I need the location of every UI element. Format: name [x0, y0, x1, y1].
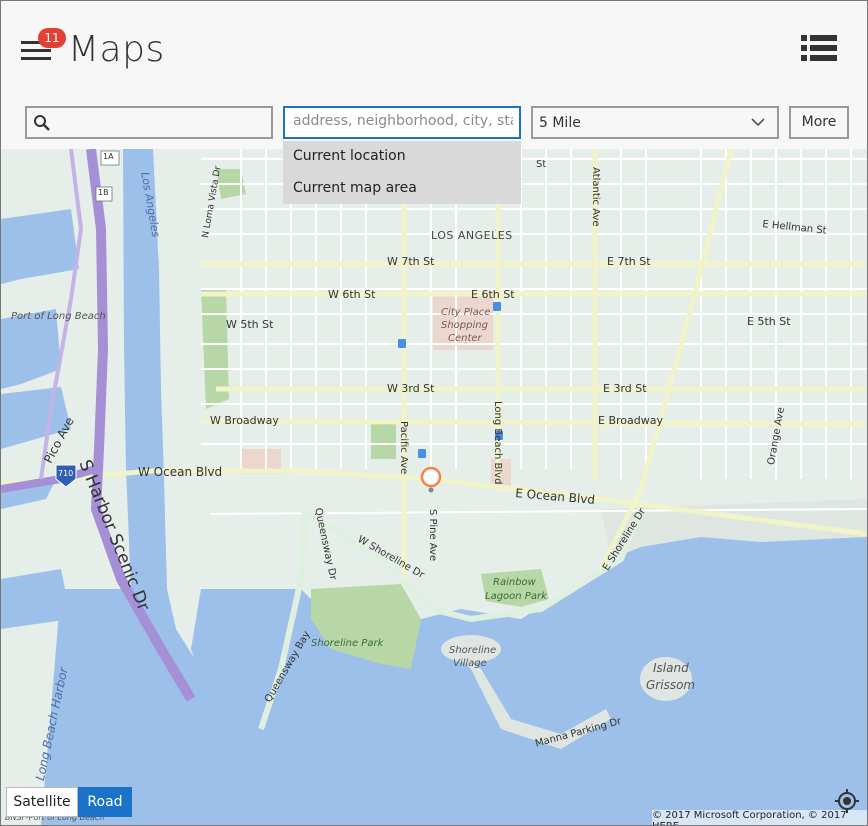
map-label-rainbow-2: Lagoon Park [485, 591, 547, 602]
map-label-spine: S Pine Ave [427, 509, 438, 562]
route-710-label: 710 [58, 469, 74, 478]
search-input[interactable] [25, 106, 273, 139]
map-label-island-2: Grissom [646, 678, 696, 692]
satellite-view-button[interactable]: Satellite [6, 787, 78, 817]
map-label-cityplace-2: Shopping [441, 320, 488, 331]
map-label-longbeach: Long Beach Blvd [492, 401, 503, 485]
location-field[interactable] [283, 106, 521, 139]
suggestion-current-location[interactable]: Current location [283, 141, 521, 172]
location-input[interactable] [293, 113, 513, 129]
map-label-atlantic: Atlantic Ave [590, 167, 601, 227]
map-label-shoreline-village-2: Village [453, 658, 487, 669]
locate-me-icon[interactable] [834, 788, 860, 814]
suggestion-current-map-area[interactable]: Current map area [283, 173, 521, 204]
map-label-w6: W 6th St [328, 288, 376, 301]
list-view-icon[interactable] [801, 33, 837, 63]
more-button[interactable]: More [789, 106, 849, 139]
map-label-shoreline-park: Shoreline Park [311, 638, 384, 649]
road-view-button[interactable]: Road [78, 787, 132, 817]
distance-value: 5 Mile [539, 115, 581, 131]
map-graphics [1, 149, 867, 825]
map-canvas[interactable]: LOS ANGELES W 7th St E 7th St W 6th St E… [1, 149, 867, 825]
search-icon [34, 115, 50, 131]
map-label-wbroadway: W Broadway [210, 414, 279, 427]
map-label-wocean: W Ocean Blvd [138, 465, 223, 479]
map-label-e7: E 7th St [607, 255, 651, 268]
map-label-st: St [536, 159, 547, 170]
map-label-rainbow-1: Rainbow [493, 577, 536, 588]
maps-app-window: 11 Maps 5 Mile More Current [0, 0, 868, 826]
map-label-e6: E 6th St [471, 288, 515, 301]
route-1b-label: 1B [98, 188, 109, 197]
map-label-w7: W 7th St [387, 255, 435, 268]
route-1a-label: 1A [103, 152, 114, 161]
notification-badge: 11 [38, 28, 66, 48]
map-label-e3: E 3rd St [603, 382, 647, 395]
map-label-w5: W 5th St [226, 318, 274, 331]
map-label-e5: E 5th St [747, 315, 791, 328]
map-label-port: Port of Long Beach [11, 311, 106, 322]
map-label-island-1: Island [653, 661, 689, 675]
map-label-ebroadway: E Broadway [598, 414, 663, 427]
app-title: Maps [68, 29, 165, 70]
map-label-pacific: Pacific Ave [398, 421, 409, 475]
map-label-w3: W 3rd St [387, 382, 435, 395]
location-suggestions: Current location Current map area [283, 141, 521, 204]
map-label-cityplace-3: Center [448, 333, 482, 344]
app-header: 11 Maps 5 Mile More [1, 1, 867, 149]
chevron-down-icon [751, 118, 765, 127]
map-label-shoreline-village-1: Shoreline [449, 645, 497, 656]
distance-dropdown[interactable]: 5 Mile [531, 106, 779, 139]
map-label-cityplace-1: City Place [441, 307, 491, 318]
map-label-city: LOS ANGELES [431, 229, 513, 242]
